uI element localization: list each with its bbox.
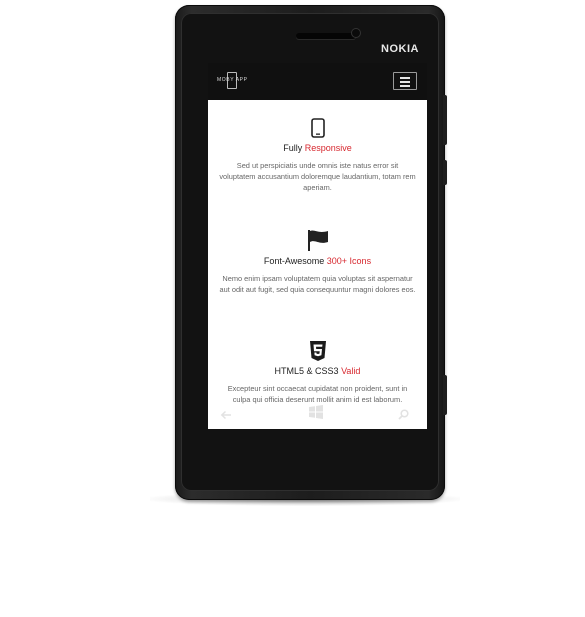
- hamburger-line: [400, 77, 410, 79]
- feature-title-highlight: Responsive: [304, 143, 352, 153]
- feature-title-highlight: 300+ Icons: [326, 256, 372, 266]
- earpiece-speaker: [296, 33, 356, 39]
- hamburger-line: [400, 85, 410, 87]
- hamburger-menu-button[interactable]: [393, 72, 417, 90]
- feature-title-plain: HTML5 & CSS3: [274, 366, 342, 376]
- feature-title: HTML5 & CSS3 Valid: [208, 366, 427, 376]
- feature-title: Font-Awesome 300+ Icons: [208, 256, 427, 266]
- feature-responsive: Fully Responsive Sed ut perspiciatis und…: [208, 118, 427, 193]
- feature-font-awesome: Font-Awesome 300+ Icons Nemo enim ipsam …: [208, 229, 427, 295]
- phone-frame: NOKIA MOBY APP Fully Responsive Sed ut p…: [175, 5, 445, 500]
- feature-description: Sed ut perspiciatis unde omnis iste natu…: [219, 161, 416, 192]
- logo-text: MOBY APP: [217, 77, 248, 83]
- phone-bezel: NOKIA MOBY APP Fully Responsive Sed ut p…: [181, 13, 439, 491]
- mobile-phone-icon: [310, 118, 325, 138]
- volume-button: [443, 95, 447, 145]
- back-arrow-icon[interactable]: [220, 407, 232, 425]
- hamburger-line: [400, 81, 410, 83]
- windows-start-icon[interactable]: [309, 405, 323, 424]
- feature-description: Nemo enim ipsam voluptatem quia voluptas…: [219, 274, 416, 294]
- app-navbar: MOBY APP: [208, 63, 427, 100]
- app-logo[interactable]: MOBY APP: [217, 72, 253, 89]
- flag-icon: [306, 229, 330, 251]
- feature-title: Fully Responsive: [208, 143, 427, 153]
- feature-title-plain: Fully: [283, 143, 305, 153]
- power-button: [443, 160, 447, 185]
- front-camera: [352, 29, 360, 37]
- camera-button: [443, 375, 447, 415]
- html5-icon: [309, 341, 327, 361]
- phone-screen: MOBY APP Fully Responsive Sed ut perspic…: [208, 63, 427, 429]
- feature-title-plain: Font-Awesome: [263, 256, 327, 266]
- feature-title-highlight: Valid: [341, 366, 361, 376]
- search-icon[interactable]: [398, 407, 409, 425]
- hardware-nav-keys: [208, 385, 427, 423]
- device-brand: NOKIA: [381, 43, 419, 55]
